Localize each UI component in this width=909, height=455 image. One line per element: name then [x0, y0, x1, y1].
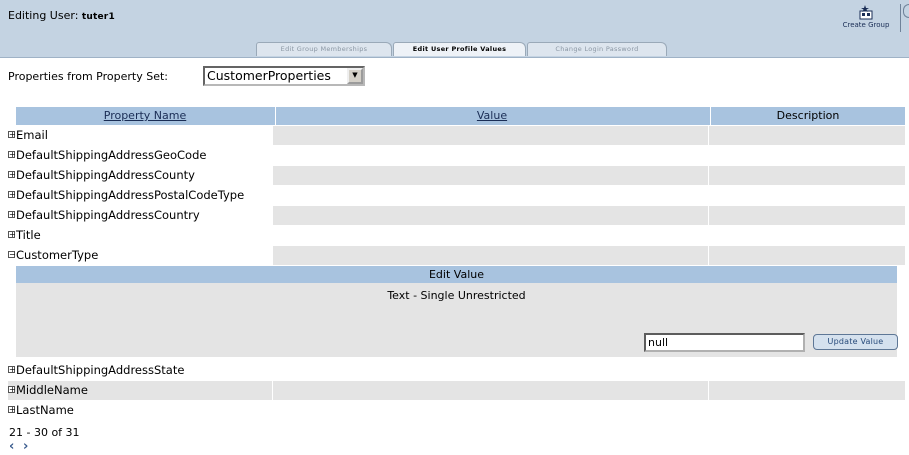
- row-background: [272, 206, 905, 225]
- pagination-nav: ‹ ›: [9, 439, 39, 454]
- property-name-label: Title: [16, 228, 41, 242]
- header-divider: [900, 4, 901, 32]
- column-divider: [272, 381, 273, 400]
- property-name-label: MiddleName: [16, 383, 88, 397]
- table-row[interactable]: +MiddleName: [8, 381, 905, 400]
- expand-icon[interactable]: +: [8, 406, 16, 414]
- table-row[interactable]: +DefaultShippingAddressCountry: [8, 206, 905, 225]
- column-divider: [708, 246, 709, 265]
- column-divider: [708, 381, 709, 400]
- column-divider: [272, 206, 273, 225]
- column-divider: [710, 107, 711, 125]
- expand-icon[interactable]: +: [8, 231, 16, 239]
- property-value-input[interactable]: [644, 333, 805, 352]
- page-title-username: tuter1: [81, 12, 115, 22]
- table-row[interactable]: +LastName: [8, 401, 905, 420]
- create-group-icon: [859, 5, 873, 20]
- property-name-label: DefaultShippingAddressCountry: [16, 208, 200, 222]
- row-background: [272, 166, 905, 185]
- property-name-label: CustomerType: [16, 248, 99, 262]
- create-group-button[interactable]: Create Group: [836, 2, 896, 36]
- property-name-label: LastName: [16, 403, 74, 417]
- page-title-prefix: Editing User:: [8, 9, 82, 22]
- create-group-label: Create Group: [842, 21, 890, 29]
- expand-icon[interactable]: +: [8, 211, 16, 219]
- header-corner-decoration: [903, 4, 909, 18]
- value-type-label: Text - Single Unrestricted: [387, 289, 526, 302]
- property-name-label: Email: [16, 128, 48, 142]
- table-row[interactable]: +Title: [8, 226, 905, 245]
- property-name-label: DefaultShippingAddressCounty: [16, 168, 195, 182]
- property-name-default-shipping-address-postal-code-type[interactable]: +DefaultShippingAddressPostalCodeType: [8, 186, 244, 205]
- edit-value-heading: Edit Value: [16, 266, 897, 283]
- property-name-default-shipping-address-county[interactable]: +DefaultShippingAddressCounty: [8, 166, 195, 185]
- row-background: [272, 126, 905, 145]
- tab-edit-user-profile-values[interactable]: Edit User Profile Values: [393, 42, 526, 56]
- column-header-property-name[interactable]: Property Name: [16, 107, 274, 125]
- property-name-default-shipping-address-state[interactable]: +DefaultShippingAddressState: [8, 361, 184, 380]
- expand-icon[interactable]: +: [8, 131, 16, 139]
- property-name-label: DefaultShippingAddressState: [16, 363, 185, 377]
- column-divider: [272, 126, 273, 145]
- column-divider: [272, 246, 273, 265]
- pagination-range: 21 - 30 of 31: [9, 426, 80, 439]
- update-value-button[interactable]: Update Value: [813, 334, 898, 350]
- expand-icon[interactable]: +: [8, 366, 16, 374]
- column-divider: [708, 166, 709, 185]
- chevron-left-icon[interactable]: ‹: [9, 439, 14, 454]
- property-name-label: DefaultShippingAddressPostalCodeType: [16, 188, 245, 202]
- collapse-icon[interactable]: −: [8, 251, 16, 259]
- table-row[interactable]: +DefaultShippingAddressPostalCodeType: [8, 186, 905, 205]
- page-header: Editing User: tuter1 Create Group Edit G…: [0, 0, 909, 58]
- chevron-right-icon[interactable]: ›: [23, 439, 28, 454]
- column-divider: [708, 206, 709, 225]
- table-row[interactable]: +DefaultShippingAddressGeoCode: [8, 146, 905, 165]
- expand-icon[interactable]: +: [8, 151, 16, 159]
- property-name-email[interactable]: +Email: [8, 126, 48, 145]
- expand-icon[interactable]: +: [8, 171, 16, 179]
- property-name-default-shipping-address-country[interactable]: +DefaultShippingAddressCountry: [8, 206, 200, 225]
- dropdown-arrow-icon[interactable]: ▼: [347, 68, 363, 84]
- expand-icon[interactable]: +: [8, 386, 16, 394]
- column-divider: [272, 166, 273, 185]
- table-row[interactable]: +DefaultShippingAddressCounty: [8, 166, 905, 185]
- property-name-default-shipping-address-geocode[interactable]: +DefaultShippingAddressGeoCode: [8, 146, 206, 165]
- property-set-selected: CustomerProperties: [207, 68, 331, 83]
- row-background: [8, 381, 905, 400]
- table-row[interactable]: −CustomerType: [8, 246, 905, 265]
- property-name-label: DefaultShippingAddressGeoCode: [16, 148, 207, 162]
- property-name-middle-name[interactable]: +MiddleName: [8, 381, 88, 400]
- property-name-customer-type[interactable]: −CustomerType: [8, 246, 98, 265]
- table-header: Property Name Value Description: [16, 107, 905, 125]
- column-divider: [708, 126, 709, 145]
- property-set-select[interactable]: CustomerProperties ▼: [203, 66, 365, 86]
- tab-change-login-password[interactable]: Change Login Password: [527, 42, 667, 56]
- property-name-title[interactable]: +Title: [8, 226, 41, 245]
- expand-icon[interactable]: +: [8, 191, 16, 199]
- table-row[interactable]: +Email: [8, 126, 905, 145]
- tab-edit-group-memberships[interactable]: Edit Group Memberships: [256, 42, 392, 56]
- table-row[interactable]: +DefaultShippingAddressState: [8, 361, 905, 380]
- column-header-description: Description: [776, 109, 840, 122]
- edit-value-panel: Edit Value Text - Single Unrestricted Up…: [16, 266, 898, 357]
- column-header-value[interactable]: Value: [276, 107, 708, 125]
- page-title: Editing User: tuter1: [8, 9, 115, 22]
- row-background: [272, 246, 905, 265]
- property-name-last-name[interactable]: +LastName: [8, 401, 74, 420]
- property-set-label: Properties from Property Set:: [8, 70, 168, 83]
